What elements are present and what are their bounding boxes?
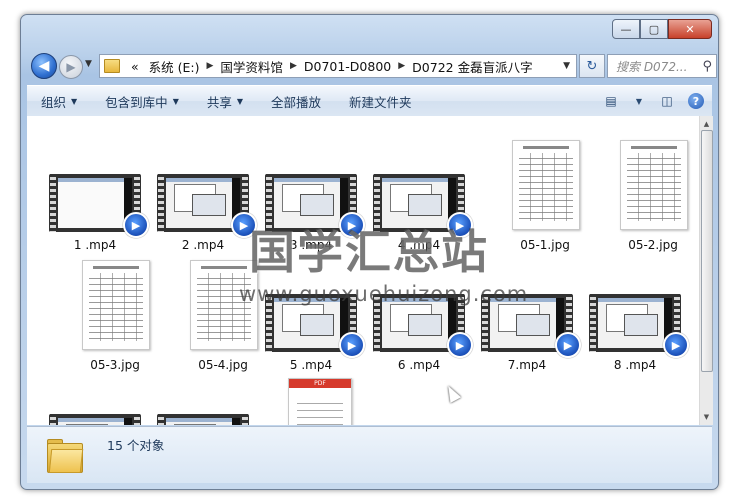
file-name: 2 .mp4	[181, 238, 225, 252]
file-item[interactable]: ▶ 8 .mp4	[583, 294, 689, 374]
media-player-icon: ▶	[447, 332, 473, 358]
item-count: 15 个对象	[107, 438, 165, 453]
breadcrumb-separator-icon[interactable]: ▶	[288, 61, 299, 71]
media-player-icon: ▶	[555, 332, 581, 358]
breadcrumb-separator-icon[interactable]: ▶	[396, 61, 407, 71]
file-item[interactable]: ▶ 2 .mp4	[151, 174, 257, 254]
file-item[interactable]: ▶ 5 .mp4	[259, 294, 365, 374]
help-icon[interactable]: ?	[688, 93, 704, 109]
command-bar: 组织 ▼ 包含到库中 ▼ 共享 ▼ 全部播放 新建文件夹 ▤ ▼ ◫ ?	[27, 85, 712, 117]
file-name: 7.mp4	[507, 358, 547, 372]
maximize-button[interactable]: ▢	[640, 19, 668, 39]
file-item[interactable]: 05-2.jpg	[601, 140, 699, 256]
folder-icon	[47, 439, 84, 473]
video-thumbnail	[157, 414, 249, 425]
watermark-title: 国学汇总站	[249, 225, 489, 279]
chevron-down-icon: ▼	[172, 96, 179, 106]
details-pane: 15 个对象	[27, 426, 712, 483]
include-in-library-button[interactable]: 包含到库中 ▼	[91, 92, 193, 111]
file-name: 05-2.jpg	[628, 238, 678, 252]
organize-label: 组织	[41, 94, 67, 110]
video-thumbnail	[49, 414, 141, 425]
pdf-badge: PDF	[289, 379, 351, 388]
share-label: 共享	[206, 94, 232, 110]
breadcrumb-item[interactable]: D0701-D0800	[299, 59, 396, 74]
explorer-window: — ▢ ✕ ◀ ▶ ▼ « 系统 (E:) ▶ 国学资料馆 ▶ D0701-D0…	[20, 14, 719, 490]
image-thumbnail	[82, 260, 150, 350]
file-item[interactable]: 05-1.jpg	[493, 140, 597, 256]
recent-pages-dropdown-icon[interactable]: ▼	[85, 59, 92, 69]
search-icon[interactable]: ⚲	[702, 59, 716, 74]
file-name: 05-3.jpg	[90, 358, 140, 372]
breadcrumb-separator-icon[interactable]: ▶	[205, 61, 216, 71]
forward-arrow-icon[interactable]: ▶	[59, 55, 83, 79]
folder-icon	[104, 59, 120, 73]
breadcrumb-item[interactable]: 系统 (E:)	[144, 57, 205, 76]
media-player-icon: ▶	[339, 332, 365, 358]
file-name: 6 .mp4	[397, 358, 441, 372]
image-thumbnail	[512, 140, 580, 230]
image-thumbnail	[620, 140, 688, 230]
address-dropdown-icon[interactable]: ▼	[557, 61, 576, 71]
caption-buttons: — ▢ ✕	[612, 19, 712, 39]
view-options-dropdown-icon[interactable]: ▼	[628, 92, 650, 110]
file-name: 05-1.jpg	[520, 238, 570, 252]
back-arrow-icon[interactable]: ◀	[31, 53, 57, 79]
new-folder-label: 新建文件夹	[349, 94, 412, 110]
pdf-thumbnail: PDF	[288, 378, 352, 425]
breadcrumb-item[interactable]: D0722 金磊盲派八字	[407, 57, 537, 76]
file-item[interactable]	[151, 414, 255, 425]
file-item[interactable]: ▶ 7.mp4	[475, 294, 581, 374]
file-item[interactable]: 05-3.jpg	[63, 260, 167, 376]
file-name: 8 .mp4	[613, 358, 657, 372]
search-placeholder: 搜索 D072...	[616, 59, 688, 74]
chevron-down-icon: ▼	[71, 96, 78, 106]
file-item[interactable]	[43, 414, 147, 425]
play-all-label: 全部播放	[271, 94, 322, 110]
new-folder-button[interactable]: 新建文件夹	[335, 92, 426, 111]
share-button[interactable]: 共享 ▼	[193, 92, 257, 111]
media-player-icon: ▶	[123, 212, 149, 238]
breadcrumb-overflow[interactable]: «	[126, 59, 144, 74]
watermark-url: www.guoxuehuizong.com	[239, 282, 529, 306]
file-name: 5 .mp4	[289, 358, 333, 372]
vertical-scrollbar[interactable]: ▲ ▼	[699, 116, 713, 425]
file-item[interactable]: ▶ 6 .mp4	[367, 294, 473, 374]
media-player-icon: ▶	[663, 332, 689, 358]
file-name: 1 .mp4	[73, 238, 117, 252]
address-bar[interactable]: « 系统 (E:) ▶ 国学资料馆 ▶ D0701-D0800 ▶ D0722 …	[99, 54, 577, 78]
search-input[interactable]: 搜索 D072... ⚲	[607, 54, 717, 78]
refresh-icon[interactable]: ↻	[579, 54, 605, 78]
scrollbar-thumb[interactable]	[701, 130, 713, 372]
file-item[interactable]: ▶ 1 .mp4	[43, 174, 149, 254]
scroll-up-icon[interactable]: ▲	[700, 118, 713, 130]
play-all-button[interactable]: 全部播放	[257, 92, 335, 111]
chevron-down-icon: ▼	[236, 96, 244, 106]
file-item[interactable]: PDF	[267, 378, 371, 425]
scroll-down-icon[interactable]: ▼	[700, 411, 713, 423]
navigation-bar: ◀ ▶ ▼ « 系统 (E:) ▶ 国学资料馆 ▶ D0701-D0800 ▶ …	[29, 51, 717, 79]
organize-button[interactable]: 组织 ▼	[27, 92, 91, 111]
breadcrumb-item[interactable]: 国学资料馆	[215, 57, 288, 76]
close-button[interactable]: ✕	[668, 19, 712, 39]
preview-pane-icon[interactable]: ◫	[656, 92, 678, 110]
minimize-button[interactable]: —	[612, 19, 640, 39]
toolbar-right: ▤ ▼ ◫ ?	[594, 92, 712, 110]
change-view-icon[interactable]: ▤	[600, 92, 622, 110]
include-library-label: 包含到库中	[105, 94, 168, 110]
file-list: ▶ 1 .mp4 ▶ 2 .mp4 ▶ 3 .mp4 ▶ 4 .mp4 05-1…	[27, 116, 699, 425]
